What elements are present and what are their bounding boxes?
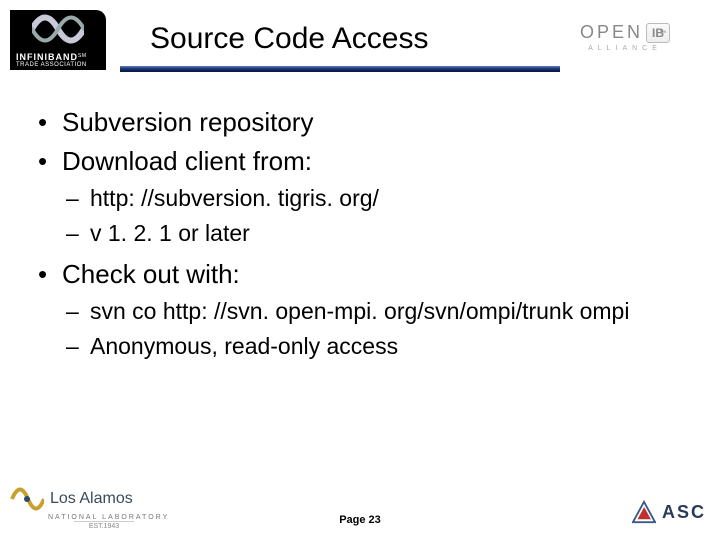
asc-logo: ASC: [632, 500, 706, 524]
infiniband-swoosh-icon: [32, 12, 84, 46]
body: Subversion repository Download client fr…: [30, 105, 690, 370]
bullet-level2: http: //subversion. tigris. org/: [62, 183, 690, 214]
bullet-level2: svn co http: //svn. open-mpi. org/svn/om…: [62, 296, 690, 327]
bullet-level1: Check out with: svn co http: //svn. open…: [30, 257, 690, 362]
bullet-level1: Download client from: http: //subversion…: [30, 144, 690, 249]
bullet-level1: Subversion repository: [30, 105, 690, 140]
openib-logo: ™ OPEN IB ALLIANCE: [560, 22, 690, 52]
openib-box: IB: [646, 23, 670, 43]
infiniband-sub: TRADE ASSOCIATION: [16, 62, 87, 68]
los-alamos-swirl-icon: [10, 484, 44, 514]
openib-sub: ALLIANCE: [560, 45, 690, 52]
title-rule: [120, 66, 560, 72]
infiniband-logo: INFINIBANDSM TRADE ASSOCIATION: [10, 10, 106, 70]
asc-triangle-icon: [632, 500, 656, 524]
footer: Los Alamos NATIONAL LABORATORY EST.1943 …: [0, 474, 720, 534]
bullet-level2: Anonymous, read-only access: [62, 331, 690, 362]
page-number: Page 23: [0, 514, 720, 526]
openib-brand: OPEN: [580, 22, 643, 43]
bullet-level2: v 1. 2. 1 or later: [62, 218, 690, 249]
slide-title: Source Code Access: [150, 22, 428, 56]
header: INFINIBANDSM TRADE ASSOCIATION Source Co…: [10, 10, 710, 80]
slide: INFINIBANDSM TRADE ASSOCIATION Source Co…: [0, 0, 720, 540]
infiniband-brand: INFINIBAND: [16, 52, 78, 62]
